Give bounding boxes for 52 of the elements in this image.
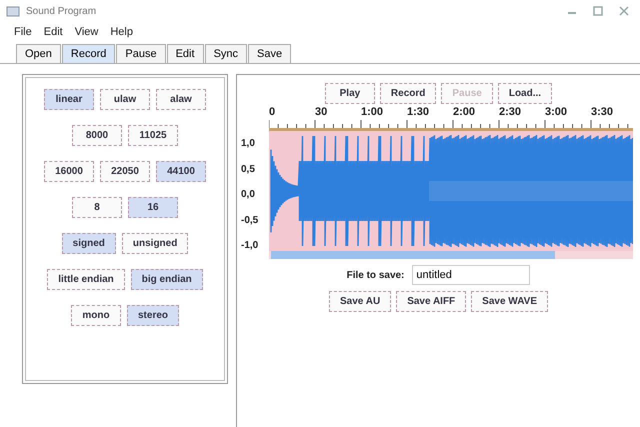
toggle-button[interactable]: stereo	[126, 305, 179, 326]
menu-item[interactable]: Edit	[44, 26, 63, 38]
toggle-button[interactable]: 11025	[128, 125, 178, 146]
menu-item[interactable]: View	[74, 26, 98, 38]
tab[interactable]: Save	[248, 44, 292, 63]
time-label: 2:30	[499, 106, 522, 118]
amplitude-label: -0,5	[241, 214, 260, 226]
toggle-button[interactable]: 16	[128, 197, 178, 218]
amplitude-label: 1,0	[241, 138, 256, 149]
time-label: 1:30	[407, 106, 430, 118]
amplitude-label: 0,5	[241, 164, 256, 174]
control-button[interactable]: Play	[324, 83, 375, 104]
close-icon[interactable]	[618, 6, 630, 16]
control-button[interactable]: Record	[380, 83, 436, 104]
maximize-icon[interactable]	[592, 6, 604, 16]
toggle-button[interactable]: 8000	[72, 125, 122, 146]
toggle-button[interactable]: little endian	[47, 269, 125, 290]
tab[interactable]: Edit	[166, 44, 204, 63]
toggle-button[interactable]: linear	[44, 89, 94, 110]
toggle-button[interactable]: mono	[70, 305, 121, 326]
file-name-field[interactable]: untitled	[412, 265, 530, 285]
time-label: 0	[269, 106, 276, 118]
time-label: 3:30	[591, 106, 614, 118]
amplitude-label: 0,0	[241, 189, 256, 200]
menu-item[interactable]: Help	[110, 26, 133, 38]
tab[interactable]: Sync	[204, 44, 248, 63]
time-label: 30	[315, 106, 328, 118]
amplitude-label: -1,0	[241, 240, 260, 251]
save-button[interactable]: Save WAVE	[471, 291, 548, 312]
window-title: Sound Program	[26, 6, 96, 16]
save-button[interactable]: Save AU	[328, 291, 392, 312]
control-button[interactable]: Load...	[498, 83, 552, 104]
toggle-button[interactable]: 22050	[100, 161, 150, 182]
toggle-button[interactable]: 44100	[156, 161, 206, 182]
toggle-button[interactable]: signed	[62, 233, 116, 254]
toggle-button[interactable]: 16000	[44, 161, 94, 182]
tab[interactable]: Record	[62, 44, 116, 63]
tab[interactable]: Open	[16, 44, 61, 63]
time-label: 1:00	[361, 106, 384, 118]
toggle-button[interactable]: unsigned	[122, 233, 188, 254]
toggle-button[interactable]: ulaw	[100, 89, 150, 110]
save-button[interactable]: Save AIFF	[396, 291, 466, 312]
toggle-button[interactable]: 8	[72, 197, 122, 218]
scroll-bar[interactable]	[269, 251, 633, 259]
app-icon	[6, 5, 20, 17]
time-label: 3:00	[545, 106, 568, 118]
time-label: 2:00	[453, 106, 476, 118]
menu-item[interactable]: File	[14, 26, 32, 38]
file-label: File to save:	[346, 270, 404, 280]
toggle-button[interactable]: alaw	[156, 89, 206, 110]
toggle-button[interactable]: big endian	[130, 269, 203, 290]
tab[interactable]: Pause	[116, 44, 166, 63]
